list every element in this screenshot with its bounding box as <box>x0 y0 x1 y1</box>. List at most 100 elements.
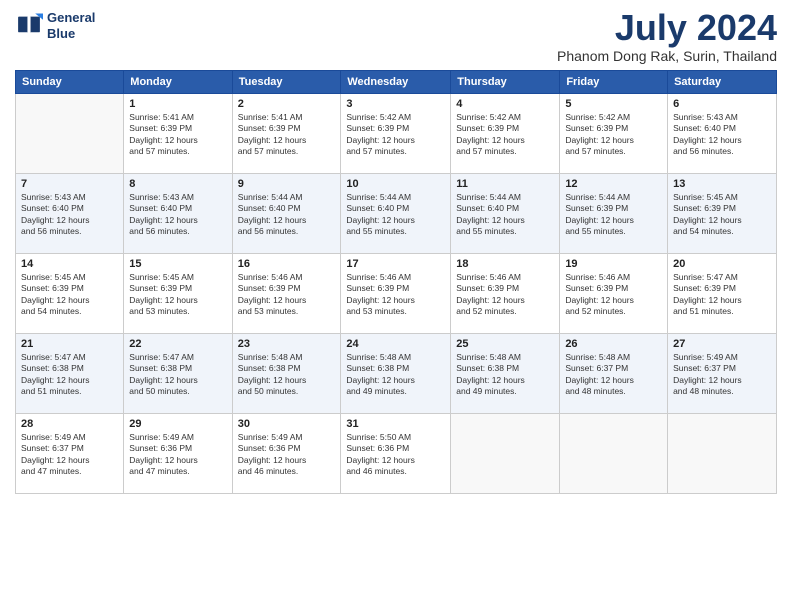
col-tuesday: Tuesday <box>232 71 341 94</box>
table-cell: 2Sunrise: 5:41 AM Sunset: 6:39 PM Daylig… <box>232 94 341 174</box>
day-number: 20 <box>673 258 771 270</box>
table-cell <box>668 414 777 494</box>
day-number: 15 <box>129 258 226 270</box>
table-cell: 14 Sunrise: 5:45 AM Sunset: 6:39 PM Dayli… <box>16 254 124 334</box>
day-info: Sunrise: 5:44 AM Sunset: 6:40 PM Dayligh… <box>346 192 445 238</box>
day-info: Sunrise: 5:41 AM Sunset: 6:39 PM Dayligh… <box>129 112 226 158</box>
table-cell: 26 Sunrise: 5:48 AM Sunset: 6:37 PM Dayli… <box>560 334 668 414</box>
week-row-4: 21 Sunrise: 5:47 AM Sunset: 6:38 PM Dayli… <box>16 334 777 414</box>
table-cell <box>560 414 668 494</box>
day-number: 29 <box>129 418 226 430</box>
table-cell: 11 Sunrise: 5:44 AM Sunset: 6:40 PM Dayli… <box>451 174 560 254</box>
location-title: Phanom Dong Rak, Surin, Thailand <box>557 48 777 64</box>
day-number: 30 <box>238 418 336 430</box>
day-number: 17 <box>346 258 445 270</box>
col-wednesday: Wednesday <box>341 71 451 94</box>
day-number: 26 <box>565 338 662 350</box>
day-number: 4 <box>456 98 554 110</box>
day-number: 27 <box>673 338 771 350</box>
table-cell: 7 Sunrise: 5:43 AM Sunset: 6:40 PM Daylig… <box>16 174 124 254</box>
table-cell: 6Sunrise: 5:43 AM Sunset: 6:40 PM Daylig… <box>668 94 777 174</box>
day-info: Sunrise: 5:46 AM Sunset: 6:39 PM Dayligh… <box>238 272 336 318</box>
page: General Blue July 2024 Phanom Dong Rak, … <box>0 0 792 612</box>
day-number: 11 <box>456 178 554 190</box>
col-monday: Monday <box>124 71 232 94</box>
table-cell: 17 Sunrise: 5:46 AM Sunset: 6:39 PM Dayli… <box>341 254 451 334</box>
day-info: Sunrise: 5:47 AM Sunset: 6:38 PM Dayligh… <box>129 352 226 398</box>
day-info: Sunrise: 5:46 AM Sunset: 6:39 PM Dayligh… <box>565 272 662 318</box>
day-info: Sunrise: 5:42 AM Sunset: 6:39 PM Dayligh… <box>565 112 662 158</box>
logo-icon <box>15 12 43 40</box>
day-info: Sunrise: 5:47 AM Sunset: 6:38 PM Dayligh… <box>21 352 118 398</box>
table-cell: 16Sunrise: 5:46 AM Sunset: 6:39 PM Dayli… <box>232 254 341 334</box>
day-number: 18 <box>456 258 554 270</box>
table-cell: 20 Sunrise: 5:47 AM Sunset: 6:39 PM Dayli… <box>668 254 777 334</box>
day-number: 8 <box>129 178 226 190</box>
day-number: 25 <box>456 338 554 350</box>
table-cell: 22 Sunrise: 5:47 AM Sunset: 6:38 PM Dayli… <box>124 334 232 414</box>
day-info: Sunrise: 5:45 AM Sunset: 6:39 PM Dayligh… <box>129 272 226 318</box>
table-cell: 8 Sunrise: 5:43 AM Sunset: 6:40 PM Daylig… <box>124 174 232 254</box>
day-info: Sunrise: 5:44 AM Sunset: 6:39 PM Dayligh… <box>565 192 662 238</box>
day-number: 14 <box>21 258 118 270</box>
day-number: 10 <box>346 178 445 190</box>
day-number: 6 <box>673 98 771 110</box>
day-number: 7 <box>21 178 118 190</box>
day-info: Sunrise: 5:45 AM Sunset: 6:39 PM Dayligh… <box>673 192 771 238</box>
table-cell: 1 Sunrise: 5:41 AM Sunset: 6:39 PM Daylig… <box>124 94 232 174</box>
col-sunday: Sunday <box>16 71 124 94</box>
table-cell: 5 Sunrise: 5:42 AM Sunset: 6:39 PM Daylig… <box>560 94 668 174</box>
day-info: Sunrise: 5:49 AM Sunset: 6:37 PM Dayligh… <box>21 432 118 478</box>
day-number: 5 <box>565 98 662 110</box>
day-number: 21 <box>21 338 118 350</box>
day-info: Sunrise: 5:49 AM Sunset: 6:36 PM Dayligh… <box>129 432 226 478</box>
day-info: Sunrise: 5:43 AM Sunset: 6:40 PM Dayligh… <box>21 192 118 238</box>
table-cell <box>451 414 560 494</box>
table-cell: 3Sunrise: 5:42 AM Sunset: 6:39 PM Daylig… <box>341 94 451 174</box>
table-cell: 15 Sunrise: 5:45 AM Sunset: 6:39 PM Dayli… <box>124 254 232 334</box>
table-cell: 18Sunrise: 5:46 AM Sunset: 6:39 PM Dayli… <box>451 254 560 334</box>
day-info: Sunrise: 5:48 AM Sunset: 6:38 PM Dayligh… <box>346 352 445 398</box>
logo-text: General Blue <box>47 10 95 41</box>
day-info: Sunrise: 5:48 AM Sunset: 6:38 PM Dayligh… <box>238 352 336 398</box>
day-number: 9 <box>238 178 336 190</box>
table-cell: 27 Sunrise: 5:49 AM Sunset: 6:37 PM Dayli… <box>668 334 777 414</box>
day-info: Sunrise: 5:48 AM Sunset: 6:38 PM Dayligh… <box>456 352 554 398</box>
table-cell <box>16 94 124 174</box>
col-friday: Friday <box>560 71 668 94</box>
day-info: Sunrise: 5:47 AM Sunset: 6:39 PM Dayligh… <box>673 272 771 318</box>
calendar-table: Sunday Monday Tuesday Wednesday Thursday… <box>15 70 777 494</box>
day-info: Sunrise: 5:41 AM Sunset: 6:39 PM Dayligh… <box>238 112 336 158</box>
table-cell: 12Sunrise: 5:44 AM Sunset: 6:39 PM Dayli… <box>560 174 668 254</box>
day-number: 23 <box>238 338 336 350</box>
col-saturday: Saturday <box>668 71 777 94</box>
day-number: 3 <box>346 98 445 110</box>
day-number: 22 <box>129 338 226 350</box>
day-info: Sunrise: 5:43 AM Sunset: 6:40 PM Dayligh… <box>129 192 226 238</box>
table-cell: 31Sunrise: 5:50 AM Sunset: 6:36 PM Dayli… <box>341 414 451 494</box>
day-number: 19 <box>565 258 662 270</box>
day-info: Sunrise: 5:48 AM Sunset: 6:37 PM Dayligh… <box>565 352 662 398</box>
table-cell: 24Sunrise: 5:48 AM Sunset: 6:38 PM Dayli… <box>341 334 451 414</box>
table-cell: 28 Sunrise: 5:49 AM Sunset: 6:37 PM Dayli… <box>16 414 124 494</box>
day-number: 28 <box>21 418 118 430</box>
table-cell: 29 Sunrise: 5:49 AM Sunset: 6:36 PM Dayli… <box>124 414 232 494</box>
month-title: July 2024 <box>557 10 777 46</box>
week-row-1: 1 Sunrise: 5:41 AM Sunset: 6:39 PM Daylig… <box>16 94 777 174</box>
day-info: Sunrise: 5:42 AM Sunset: 6:39 PM Dayligh… <box>456 112 554 158</box>
day-number: 1 <box>129 98 226 110</box>
day-number: 13 <box>673 178 771 190</box>
calendar-header-row: Sunday Monday Tuesday Wednesday Thursday… <box>16 71 777 94</box>
title-block: July 2024 Phanom Dong Rak, Surin, Thaila… <box>557 10 777 64</box>
week-row-5: 28 Sunrise: 5:49 AM Sunset: 6:37 PM Dayli… <box>16 414 777 494</box>
table-cell: 25 Sunrise: 5:48 AM Sunset: 6:38 PM Dayli… <box>451 334 560 414</box>
day-info: Sunrise: 5:46 AM Sunset: 6:39 PM Dayligh… <box>346 272 445 318</box>
col-thursday: Thursday <box>451 71 560 94</box>
day-info: Sunrise: 5:45 AM Sunset: 6:39 PM Dayligh… <box>21 272 118 318</box>
day-info: Sunrise: 5:49 AM Sunset: 6:37 PM Dayligh… <box>673 352 771 398</box>
day-info: Sunrise: 5:44 AM Sunset: 6:40 PM Dayligh… <box>456 192 554 238</box>
week-row-2: 7 Sunrise: 5:43 AM Sunset: 6:40 PM Daylig… <box>16 174 777 254</box>
table-cell: 10 Sunrise: 5:44 AM Sunset: 6:40 PM Dayli… <box>341 174 451 254</box>
week-row-3: 14 Sunrise: 5:45 AM Sunset: 6:39 PM Dayli… <box>16 254 777 334</box>
table-cell: 21 Sunrise: 5:47 AM Sunset: 6:38 PM Dayli… <box>16 334 124 414</box>
